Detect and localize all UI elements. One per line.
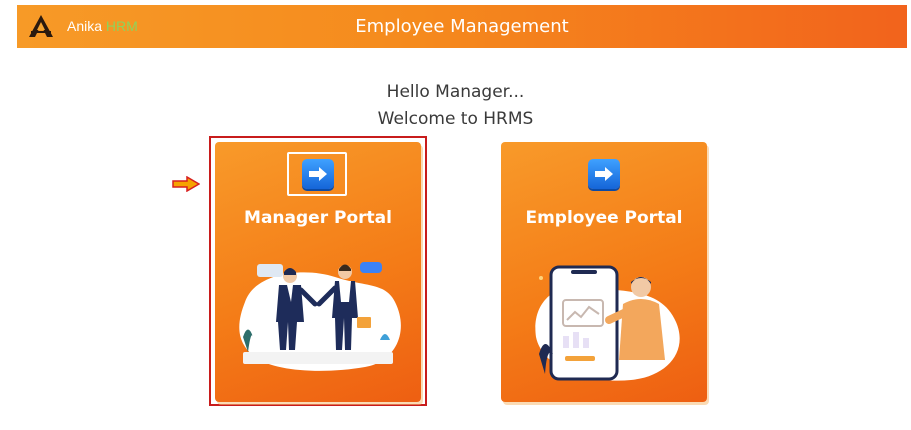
manager-portal-title: Manager Portal [244,208,392,228]
handshake-illustration [239,262,401,371]
page-title: Employee Management [355,16,569,37]
greeting-line-2: Welcome to HRMS [377,109,534,129]
manager-portal-card[interactable]: Manager Portal [215,142,421,402]
arrow-right-icon [309,167,327,181]
greeting-line-1: Hello Manager... [386,82,525,102]
employee-portal-title: Employee Portal [525,208,683,228]
manager-portal-enter-button[interactable] [302,159,334,189]
arrow-right-icon [595,167,613,181]
app-header: Anika HRM Employee Management [17,5,907,48]
employee-portal-card[interactable]: Employee Portal [501,142,707,402]
pointer-arrow-icon [172,176,200,192]
phone-user-illustration [535,265,680,381]
employee-portal-enter-button[interactable] [588,159,620,189]
